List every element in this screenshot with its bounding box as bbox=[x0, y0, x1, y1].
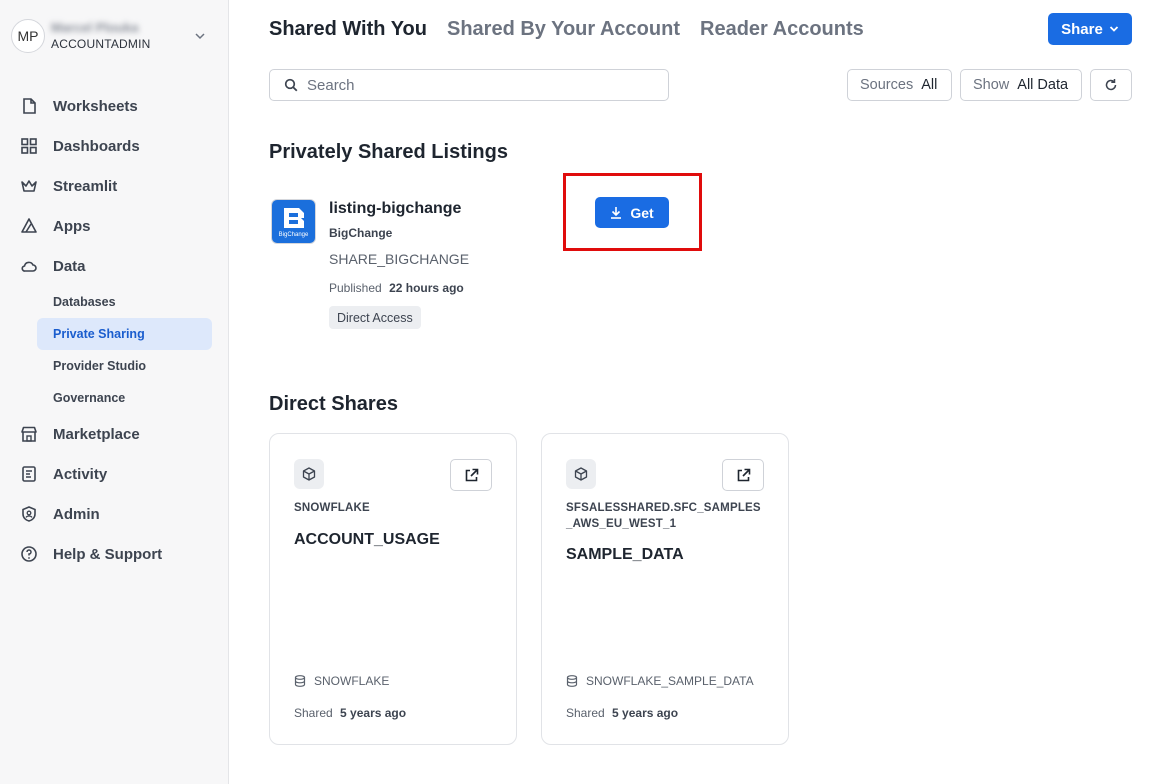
sources-filter-value: All bbox=[921, 77, 938, 93]
card-shared: Shared 5 years ago bbox=[566, 706, 678, 720]
search-placeholder: Search bbox=[307, 76, 355, 94]
nav-label: Worksheets bbox=[53, 97, 138, 115]
bigchange-logo-mark bbox=[283, 208, 304, 228]
listing-name[interactable]: listing-bigchange bbox=[329, 200, 461, 218]
nav-label: Apps bbox=[53, 217, 91, 235]
nav-provider-studio[interactable]: Provider Studio bbox=[37, 350, 212, 382]
search-icon bbox=[284, 78, 298, 92]
show-filter[interactable]: Show All Data bbox=[960, 69, 1082, 101]
nav-dashboards[interactable]: Dashboards bbox=[0, 126, 229, 166]
card-shared: Shared 5 years ago bbox=[294, 706, 406, 720]
crown-icon bbox=[21, 180, 37, 192]
direct-shares-title: Direct Shares bbox=[269, 393, 398, 415]
avatar: MP bbox=[11, 19, 45, 53]
chevron-down-icon bbox=[195, 33, 205, 40]
privately-shared-title: Privately Shared Listings bbox=[269, 141, 508, 163]
card-database: SNOWFLAKE bbox=[294, 502, 370, 514]
database-icon bbox=[566, 675, 578, 687]
share-button-label: Share bbox=[1061, 20, 1103, 38]
share-card[interactable]: SNOWFLAKE ACCOUNT_USAGE SNOWFLAKE Shared… bbox=[269, 433, 517, 745]
nav-private-sharing[interactable]: Private Sharing bbox=[37, 318, 212, 350]
nav-label: Dashboards bbox=[53, 137, 140, 155]
nav-label: Help & Support bbox=[53, 545, 163, 563]
card-schema: SAMPLE_DATA bbox=[566, 546, 684, 563]
tab-shared-by-your-account[interactable]: Shared By Your Account bbox=[447, 16, 680, 42]
nav-databases[interactable]: Databases bbox=[37, 286, 212, 318]
show-filter-label: Show bbox=[973, 77, 1010, 93]
activity-icon bbox=[22, 466, 36, 482]
external-link-icon bbox=[737, 468, 750, 481]
get-button-label: Get bbox=[630, 204, 654, 221]
search-input[interactable]: Search bbox=[269, 69, 669, 101]
cube-icon bbox=[566, 459, 596, 489]
open-external-button[interactable] bbox=[450, 459, 492, 491]
user-role: ACCOUNTADMIN bbox=[51, 37, 151, 51]
card-source: SNOWFLAKE_SAMPLE_DATA bbox=[566, 674, 754, 688]
card-shared-label: Shared bbox=[566, 706, 605, 720]
listing-published: Published 22 hours ago bbox=[329, 281, 464, 295]
nav-label: Marketplace bbox=[53, 425, 140, 443]
refresh-icon bbox=[1105, 79, 1117, 91]
nav-help-support[interactable]: Help & Support bbox=[0, 534, 229, 574]
nav-marketplace[interactable]: Marketplace bbox=[0, 414, 229, 454]
published-label: Published bbox=[329, 281, 382, 295]
nav-governance[interactable]: Governance bbox=[37, 382, 212, 414]
sources-filter-label: Sources bbox=[860, 77, 914, 93]
card-database: SFSALESSHARED.SFC_SAMPLES_AWS_EU_WEST_1 bbox=[566, 502, 761, 530]
nav-label: Data bbox=[53, 257, 86, 275]
store-icon bbox=[21, 426, 37, 442]
tab-reader-accounts[interactable]: Reader Accounts bbox=[700, 16, 864, 42]
card-shared-value: 5 years ago bbox=[612, 706, 679, 720]
nav-streamlit[interactable]: Streamlit bbox=[0, 166, 229, 206]
shield-icon bbox=[22, 506, 36, 522]
cloud-icon bbox=[21, 261, 37, 272]
nav-apps[interactable]: Apps bbox=[0, 206, 229, 246]
user-name: Marcel Plouka bbox=[51, 20, 139, 35]
nav-worksheets[interactable]: Worksheets bbox=[0, 86, 229, 126]
help-icon bbox=[21, 546, 37, 562]
user-menu[interactable]: MP Marcel Plouka ACCOUNTADMIN bbox=[11, 18, 216, 54]
bigchange-logo[interactable]: BigChange bbox=[271, 199, 316, 244]
direct-access-badge: Direct Access bbox=[329, 306, 421, 329]
card-schema: ACCOUNT_USAGE bbox=[294, 531, 440, 548]
card-source-label: SNOWFLAKE bbox=[314, 674, 390, 688]
nav-activity[interactable]: Activity bbox=[0, 454, 229, 494]
nav-label: Streamlit bbox=[53, 177, 118, 195]
tab-bar: Shared With You Shared By Your Account R… bbox=[269, 16, 884, 42]
open-external-button[interactable] bbox=[722, 459, 764, 491]
tab-shared-with-you[interactable]: Shared With You bbox=[269, 16, 427, 42]
nav-admin[interactable]: Admin bbox=[0, 494, 229, 534]
card-source: SNOWFLAKE bbox=[294, 674, 389, 688]
main-nav: Worksheets Dashboards Streamlit Apps Dat… bbox=[0, 86, 229, 574]
get-button[interactable]: Get bbox=[595, 197, 669, 228]
sources-filter[interactable]: Sources All bbox=[847, 69, 952, 101]
download-icon bbox=[611, 207, 622, 219]
cube-icon bbox=[294, 459, 324, 489]
bigchange-logo-text: BigChange bbox=[278, 232, 309, 238]
listing-share-name: SHARE_BIGCHANGE bbox=[329, 251, 470, 267]
listing-provider: BigChange bbox=[329, 226, 393, 240]
database-icon bbox=[294, 675, 306, 687]
dashboard-icon bbox=[21, 138, 37, 154]
refresh-button[interactable] bbox=[1090, 69, 1132, 101]
card-shared-label: Shared bbox=[294, 706, 333, 720]
show-filter-value: All Data bbox=[1017, 77, 1069, 93]
published-value: 22 hours ago bbox=[389, 281, 464, 295]
external-link-icon bbox=[465, 468, 478, 481]
nav-label: Admin bbox=[53, 505, 100, 523]
nav-label: Activity bbox=[53, 465, 108, 483]
sidebar: MP Marcel Plouka ACCOUNTADMIN Worksheets… bbox=[0, 0, 229, 784]
worksheet-icon bbox=[23, 98, 36, 114]
apps-icon bbox=[21, 218, 37, 233]
share-card[interactable]: SFSALESSHARED.SFC_SAMPLES_AWS_EU_WEST_1 … bbox=[541, 433, 789, 745]
share-button[interactable]: Share bbox=[1048, 13, 1132, 45]
chevron-down-icon bbox=[1109, 26, 1118, 32]
card-source-label: SNOWFLAKE_SAMPLE_DATA bbox=[586, 674, 754, 688]
card-shared-value: 5 years ago bbox=[340, 706, 407, 720]
nav-data[interactable]: Data bbox=[0, 246, 229, 286]
